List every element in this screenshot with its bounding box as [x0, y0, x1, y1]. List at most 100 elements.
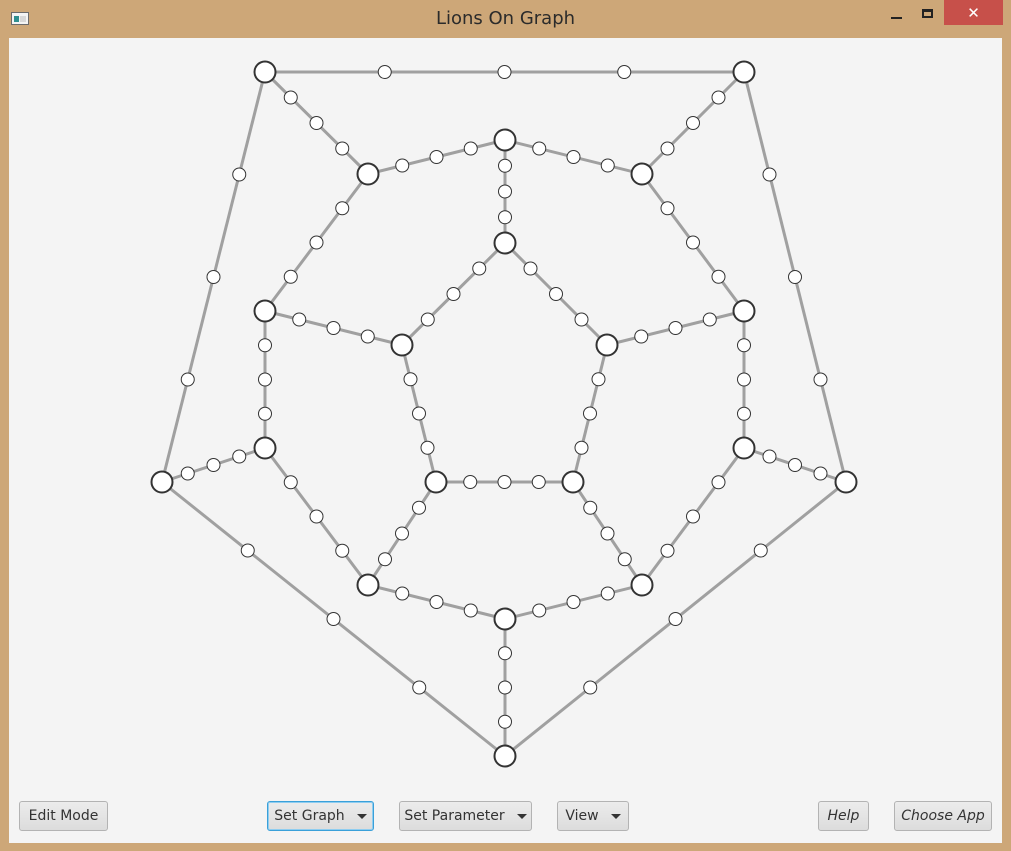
edge-vertex[interactable] — [523, 261, 538, 276]
graph-vertex[interactable] — [424, 470, 448, 494]
graph-vertex[interactable] — [493, 607, 517, 631]
edge-vertex[interactable] — [737, 338, 751, 353]
edge-vertex[interactable] — [326, 321, 341, 335]
edge-vertex[interactable] — [813, 466, 828, 481]
edge-vertex[interactable] — [737, 372, 751, 387]
edge-vertex[interactable] — [463, 475, 478, 489]
edge-vertex[interactable] — [283, 269, 298, 284]
graph-vertex[interactable] — [630, 162, 654, 186]
help-button[interactable]: Help — [818, 801, 869, 831]
edge-vertex[interactable] — [753, 543, 768, 558]
graph-vertex[interactable] — [732, 60, 756, 84]
edge-vertex[interactable] — [378, 552, 392, 567]
edge-vertex[interactable] — [532, 603, 547, 618]
graph-vertex[interactable] — [150, 470, 174, 494]
graph-vertex[interactable] — [493, 744, 517, 768]
edge-vertex[interactable] — [583, 680, 598, 695]
edge-vertex[interactable] — [702, 312, 717, 327]
edge-vertex[interactable] — [309, 116, 324, 130]
edge-vertex[interactable] — [617, 552, 632, 567]
edge-vertex[interactable] — [660, 201, 675, 216]
view-dropdown[interactable]: View — [557, 801, 629, 831]
edge-vertex[interactable] — [498, 680, 512, 695]
graph-vertex[interactable] — [732, 436, 756, 460]
minimize-button[interactable] — [883, 0, 909, 26]
edge-vertex[interactable] — [180, 372, 195, 387]
graph-vertex[interactable] — [493, 128, 517, 152]
edge-vertex[interactable] — [498, 158, 512, 173]
edge-vertex[interactable] — [403, 372, 418, 387]
graph-vertex[interactable] — [356, 162, 380, 186]
edge-vertex[interactable] — [591, 372, 606, 387]
edge-vertex[interactable] — [498, 210, 512, 225]
edge-vertex[interactable] — [497, 475, 512, 489]
edge-vertex[interactable] — [686, 509, 700, 524]
edge-vertex[interactable] — [574, 440, 589, 455]
man-marker[interactable] — [335, 141, 350, 156]
edge-vertex[interactable] — [600, 526, 615, 541]
edge-vertex[interactable] — [711, 90, 726, 105]
graph-canvas[interactable] — [9, 38, 1002, 788]
choose-app-button[interactable]: Choose App — [894, 801, 992, 831]
edge-vertex[interactable] — [240, 543, 255, 558]
edge-vertex[interactable] — [600, 158, 615, 173]
edge-vertex[interactable] — [583, 500, 598, 515]
edge-vertex[interactable] — [566, 150, 581, 164]
set-parameter-dropdown[interactable]: Set Parameter — [399, 801, 532, 831]
edge-vertex[interactable] — [309, 235, 324, 250]
edge-vertex[interactable] — [711, 269, 726, 284]
graph-vertex[interactable] — [390, 333, 414, 357]
edge-vertex[interactable] — [498, 646, 512, 661]
edge-vertex[interactable] — [360, 329, 375, 344]
edge-vertex[interactable] — [429, 595, 444, 609]
edge-vertex[interactable] — [446, 287, 461, 301]
graph-vertex[interactable] — [834, 470, 858, 494]
edge-vertex[interactable] — [788, 458, 802, 472]
edge-vertex[interactable] — [309, 509, 324, 524]
edge-vertex[interactable] — [686, 116, 700, 130]
edit-mode-button[interactable]: Edit Mode — [19, 801, 108, 831]
edge-vertex[interactable] — [686, 235, 700, 250]
edge-vertex[interactable] — [737, 406, 751, 421]
edge-vertex[interactable] — [395, 526, 409, 541]
edge-vertex[interactable] — [292, 312, 307, 327]
edge-vertex[interactable] — [634, 329, 649, 344]
edge-vertex[interactable] — [232, 449, 247, 464]
edge-vertex[interactable] — [532, 141, 547, 156]
edge-vertex[interactable] — [420, 440, 435, 455]
edge-vertex[interactable] — [283, 475, 298, 490]
edge-vertex[interactable] — [788, 270, 802, 284]
graph-vertex[interactable] — [493, 231, 517, 255]
edge-vertex[interactable] — [463, 603, 478, 618]
edge-vertex[interactable] — [583, 406, 597, 421]
edge-vertex[interactable] — [549, 287, 563, 301]
graph-vertex[interactable] — [356, 573, 380, 597]
edge-vertex[interactable] — [206, 458, 221, 472]
edge-vertex[interactable] — [600, 586, 615, 601]
edge-vertex[interactable] — [668, 612, 683, 626]
edge-vertex[interactable] — [531, 475, 546, 489]
edge-vertex[interactable] — [232, 167, 247, 182]
graph-vertex[interactable] — [253, 436, 277, 460]
edge-vertex[interactable] — [420, 312, 435, 327]
edge-vertex[interactable] — [180, 466, 195, 481]
maximize-button[interactable] — [913, 0, 941, 26]
edge-vertex[interactable] — [429, 150, 444, 164]
graph-vertex[interactable] — [561, 470, 585, 494]
edge-vertex[interactable] — [258, 406, 272, 421]
graph-vertex[interactable] — [595, 333, 619, 357]
edge-vertex[interactable] — [377, 65, 392, 79]
edge-vertex[interactable] — [813, 372, 828, 387]
edge-vertex[interactable] — [498, 714, 512, 729]
set-graph-dropdown[interactable]: Set Graph — [267, 801, 374, 831]
edge-vertex[interactable] — [762, 449, 777, 464]
edge-vertex[interactable] — [412, 406, 426, 421]
edge-vertex[interactable] — [412, 500, 426, 515]
graph-vertex[interactable] — [253, 299, 277, 323]
edge-vertex[interactable] — [412, 680, 427, 695]
edge-vertex[interactable] — [395, 158, 410, 173]
graph-vertex[interactable] — [253, 60, 277, 84]
man-marker[interactable] — [762, 167, 777, 182]
edge-vertex[interactable] — [574, 312, 589, 327]
edge-vertex[interactable] — [395, 586, 410, 601]
